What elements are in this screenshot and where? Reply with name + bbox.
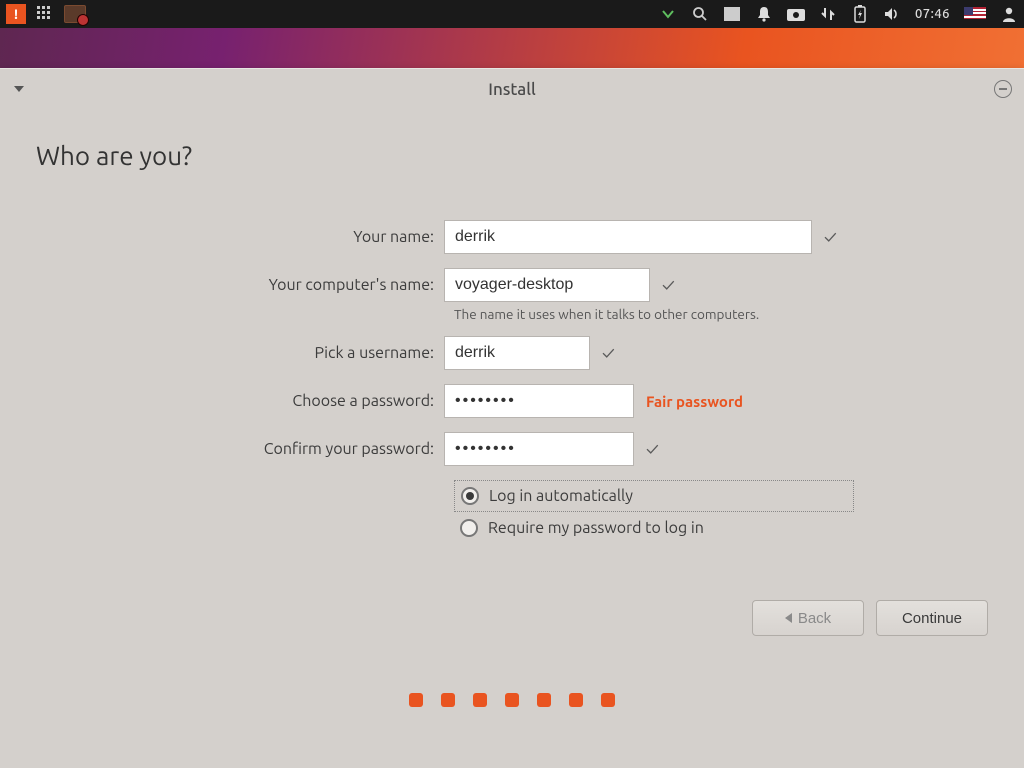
progress-dot [505,693,519,707]
window-titlebar: Install [0,69,1024,109]
back-button[interactable]: Back [752,600,864,636]
your-name-label: Your name: [36,228,444,246]
page-heading: Who are you? [36,141,988,170]
computer-name-helper: The name it uses when it talks to other … [454,306,988,322]
row-computer-name: Your computer's name: ✓ [36,268,988,302]
user-icon[interactable] [1000,5,1018,23]
battery-icon[interactable] [851,5,869,23]
your-name-input[interactable] [444,220,812,254]
radio-icon [461,487,479,505]
minimize-button[interactable] [994,80,1012,98]
username-label: Pick a username: [36,344,444,362]
progress-dot [569,693,583,707]
notifications-icon[interactable] [755,5,773,23]
progress-dot [473,693,487,707]
arrow-left-icon [785,613,792,623]
login-require-label: Require my password to log in [488,519,704,537]
check-icon: ✓ [646,439,659,459]
progress-dot [441,693,455,707]
clock[interactable]: 07:46 [915,7,950,21]
window-title: Install [488,80,535,99]
login-require-option[interactable]: Require my password to log in [454,512,854,544]
camera-icon[interactable] [787,5,805,23]
password-label: Choose a password: [36,392,444,410]
progress-dot [409,693,423,707]
confirm-password-label: Confirm your password: [36,440,444,458]
check-icon: ✓ [602,343,615,363]
login-auto-label: Log in automatically [489,487,633,505]
progress-indicator [409,693,615,707]
back-button-label: Back [798,610,831,627]
window-menu-caret-icon[interactable] [14,86,24,92]
dropdown-caret-icon[interactable] [659,5,677,23]
computer-name-input[interactable] [444,268,650,302]
apps-menu-icon[interactable] [36,5,54,23]
row-your-name: Your name: ✓ [36,220,988,254]
check-icon: ✓ [824,227,837,247]
user-form: Your name: ✓ Your computer's name: ✓ The… [36,220,988,636]
login-auto-option[interactable]: Log in automatically [454,480,854,512]
us-flag-icon[interactable] [964,7,986,21]
row-confirm-password: Confirm your password: ✓ [36,432,988,466]
workspace-icon[interactable] [723,5,741,23]
top-panel: ! 07:46 [0,0,1024,28]
row-password: Choose a password: Fair password [36,384,988,418]
progress-dot [601,693,615,707]
username-input[interactable] [444,336,590,370]
confirm-password-input[interactable] [444,432,634,466]
installer-window: Install Who are you? Your name: ✓ Your c… [0,68,1024,768]
network-icon[interactable] [819,5,837,23]
check-icon: ✓ [662,275,675,295]
row-username: Pick a username: ✓ [36,336,988,370]
continue-button[interactable]: Continue [876,600,988,636]
continue-button-label: Continue [902,610,962,627]
keyboard-layout-indicator-icon[interactable] [64,5,86,23]
computer-name-label: Your computer's name: [36,276,444,294]
volume-icon[interactable] [883,5,901,23]
login-options: Log in automatically Require my password… [454,480,854,544]
distro-logo-icon[interactable]: ! [6,4,26,24]
nav-buttons: Back Continue [36,600,988,636]
password-input[interactable] [444,384,634,418]
installer-content: Who are you? Your name: ✓ Your computer'… [0,109,1024,660]
search-icon[interactable] [691,5,709,23]
password-strength: Fair password [646,393,743,410]
progress-dot [537,693,551,707]
radio-icon [460,519,478,537]
